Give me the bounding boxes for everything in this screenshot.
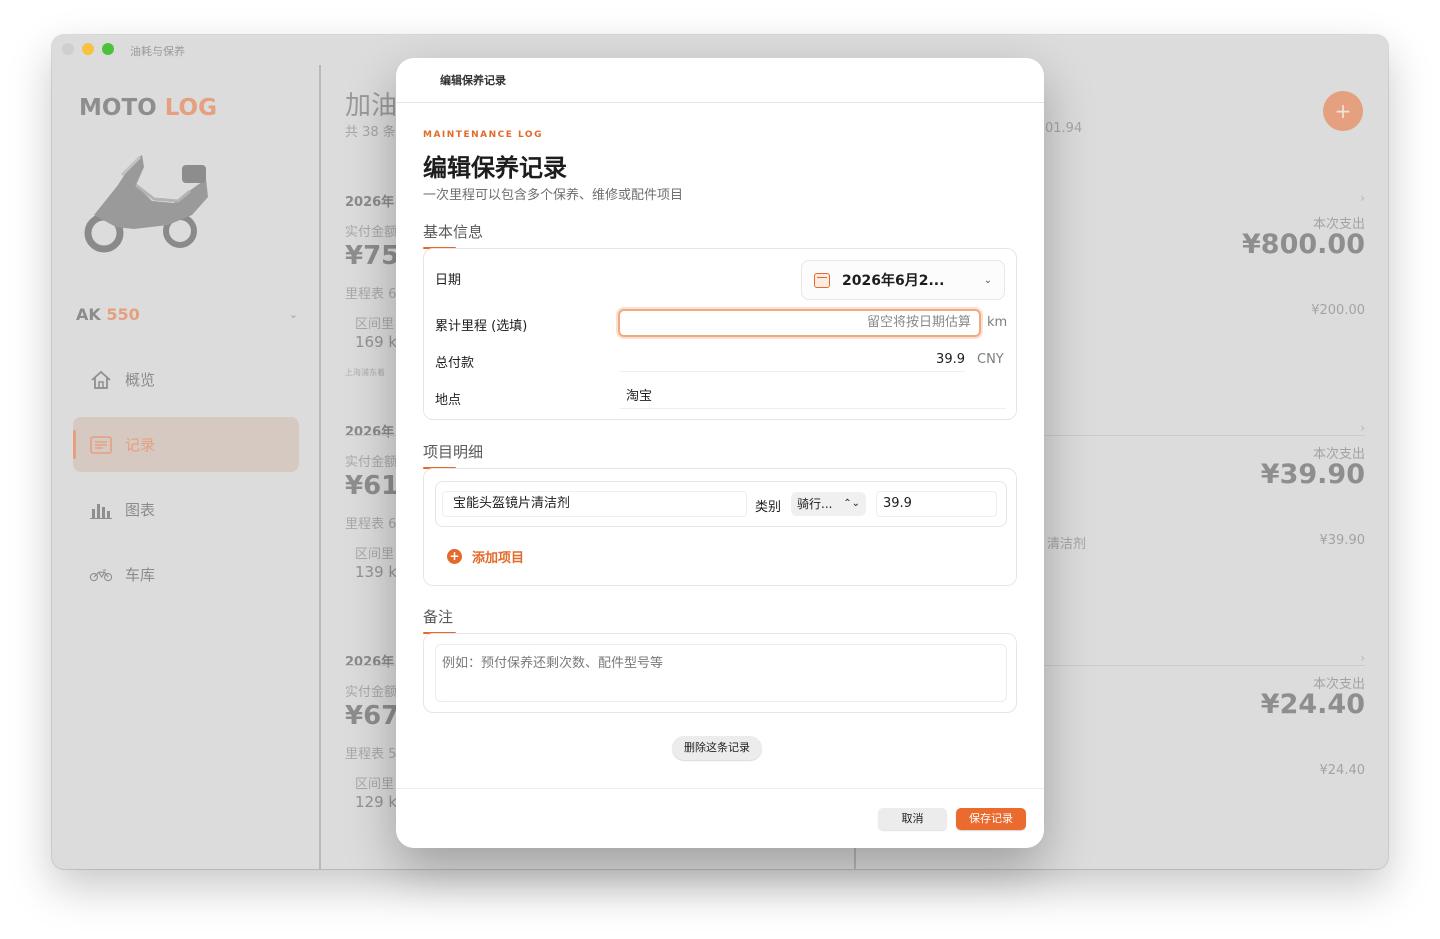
odometer-unit: km — [987, 315, 1008, 330]
house-icon — [89, 370, 113, 390]
chevron-right-icon: › — [1360, 651, 1365, 665]
modal-footer: 取消 保存记录 — [396, 788, 1044, 848]
sidebar-item-records[interactable]: 记录 — [73, 417, 299, 472]
total-label: 总付款 — [435, 356, 475, 371]
chevron-down-icon: ⌄ — [983, 274, 992, 286]
total-input[interactable]: 39.9 — [620, 348, 965, 372]
category-select[interactable]: 骑行... ⌃⌄ — [791, 492, 866, 516]
record-odometer: 里程表 6 — [345, 517, 397, 532]
record-date: 2026年 — [345, 425, 395, 440]
section-title-items: 项目明细 — [423, 443, 484, 461]
place-input[interactable]: 淘宝 — [620, 385, 1006, 409]
item-name-input[interactable]: 宝能头盔镜片清洁剂 — [442, 491, 747, 517]
modal-eyebrow: MAINTENANCE LOG — [423, 130, 543, 140]
record-paid-label: 实付金额 — [345, 685, 398, 700]
add-item-label: 添加项目 — [472, 551, 525, 566]
vehicle-name: AK 550 — [76, 305, 140, 324]
record-line-value: ¥39.90 — [1319, 533, 1366, 548]
save-button[interactable]: 保存记录 — [956, 808, 1026, 830]
calendar-icon — [814, 272, 830, 288]
page-title: 加油 — [345, 91, 398, 121]
record-date: 2026年 — [345, 655, 395, 670]
modal-title: 编辑保养记录 — [423, 154, 567, 182]
app-logo: MOTO LOG — [79, 95, 217, 121]
sidebar: MOTO LOG AK 550 ⌄ 概览 记录 图表 车库 — [52, 65, 319, 869]
sidebar-nav: 概览 记录 图表 车库 — [73, 352, 299, 612]
record-odometer: 里程表 5 — [345, 747, 397, 762]
category-value: 骑行... — [797, 497, 833, 511]
category-label: 类别 — [755, 500, 782, 515]
record-line-name: 清洁剂 — [1047, 537, 1087, 552]
up-down-chevron-icon: ⌃⌄ — [843, 498, 860, 509]
record-date: 2026年 — [345, 195, 395, 210]
vehicle-model-prefix: AK — [76, 304, 107, 324]
chevron-down-icon: ⌄ — [288, 307, 298, 321]
add-item-button[interactable]: + 添加项目 — [447, 547, 524, 566]
page-subtitle: 共 38 条 — [345, 125, 396, 140]
motorcycle-icon — [89, 565, 113, 585]
sidebar-item-garage[interactable]: 车库 — [73, 547, 299, 602]
items-card: 宝能头盔镜片清洁剂 类别 骑行... ⌃⌄ 39.9 + 添加项目 — [423, 468, 1017, 586]
record-segment-label: 区间里 — [355, 777, 395, 792]
record-spend-value: ¥39.90 — [1260, 459, 1365, 490]
zoom-window-button[interactable] — [102, 43, 114, 55]
vehicle-model-number: 550 — [106, 304, 140, 324]
record-odometer: 里程表 6 — [345, 287, 397, 302]
sidebar-item-charts[interactable]: 图表 — [73, 482, 299, 537]
date-value: 2026年6月2... — [842, 273, 945, 289]
record-line-value: ¥200.00 — [1311, 303, 1365, 318]
record-amount: ¥75 — [345, 241, 400, 271]
record-paid-label: 实付金额 — [345, 225, 398, 240]
chevron-right-icon: › — [1360, 191, 1365, 205]
sidebar-item-label: 图表 — [125, 501, 156, 519]
record-segment-label: 区间里 — [355, 547, 395, 562]
chevron-right-icon: › — [1360, 421, 1365, 435]
record-segment-label: 区间里 — [355, 317, 395, 332]
date-picker[interactable]: 2026年6月2... ⌄ — [801, 260, 1005, 300]
sidebar-item-label: 记录 — [125, 436, 156, 454]
page-summary: 01.94 — [1045, 121, 1083, 136]
record-amount: ¥67 — [345, 701, 400, 731]
notes-textarea[interactable]: 例如：预付保养还剩次数、配件型号等 — [435, 644, 1007, 702]
odometer-input[interactable]: 留空将按日期估算 — [618, 309, 981, 337]
place-label: 地点 — [435, 393, 462, 408]
date-label: 日期 — [435, 273, 462, 288]
window-title: 油耗与保养 — [130, 45, 185, 58]
minimize-window-button[interactable] — [82, 43, 94, 55]
modal-subtitle: 一次里程可以包含多个保养、维修或配件项目 — [423, 188, 684, 203]
edit-maintenance-modal: 编辑保养记录 MAINTENANCE LOG 编辑保养记录 一次里程可以包含多个… — [396, 58, 1044, 848]
odometer-label: 累计里程 (选填) — [435, 319, 528, 334]
window-controls — [62, 43, 114, 55]
sidebar-item-label: 车库 — [125, 566, 156, 584]
logo-text-log: LOG — [164, 95, 217, 121]
section-title-notes: 备注 — [423, 608, 454, 626]
record-spend-value: ¥24.40 — [1260, 689, 1365, 720]
delete-record-button[interactable]: 删除这条记录 — [672, 736, 762, 760]
list-icon — [89, 435, 113, 455]
add-record-button[interactable]: + — [1323, 91, 1363, 131]
record-paid-label: 实付金额 — [345, 455, 398, 470]
currency-unit: CNY — [977, 352, 1004, 367]
cancel-button[interactable]: 取消 — [878, 808, 947, 830]
motorcycle-image — [84, 155, 208, 253]
item-row: 宝能头盔镜片清洁剂 类别 骑行... ⌃⌄ 39.9 — [435, 481, 1007, 527]
logo-text-moto: MOTO — [79, 95, 165, 121]
record-line-value: ¥24.40 — [1319, 763, 1366, 778]
record-spend-value: ¥800.00 — [1242, 229, 1365, 260]
section-title-basic: 基本信息 — [423, 223, 484, 241]
record-location: 上海浦东着 — [345, 368, 385, 377]
notes-card: 例如：预付保养还剩次数、配件型号等 — [423, 633, 1017, 713]
item-price-input[interactable]: 39.9 — [876, 491, 997, 517]
plus-circle-icon: + — [447, 549, 462, 564]
column-divider — [854, 845, 856, 869]
modal-header: 编辑保养记录 — [396, 58, 1044, 103]
record-amount: ¥61 — [345, 471, 400, 501]
basic-info-card: 日期 2026年6月2... ⌄ 累计里程 (选填) 留空将按日期估算 km 总… — [423, 248, 1017, 420]
sidebar-item-label: 概览 — [125, 371, 156, 389]
bar-chart-icon — [89, 500, 113, 520]
vehicle-selector[interactable]: AK 550 ⌄ — [76, 303, 298, 325]
sidebar-item-overview[interactable]: 概览 — [73, 352, 299, 407]
close-window-button[interactable] — [62, 43, 74, 55]
